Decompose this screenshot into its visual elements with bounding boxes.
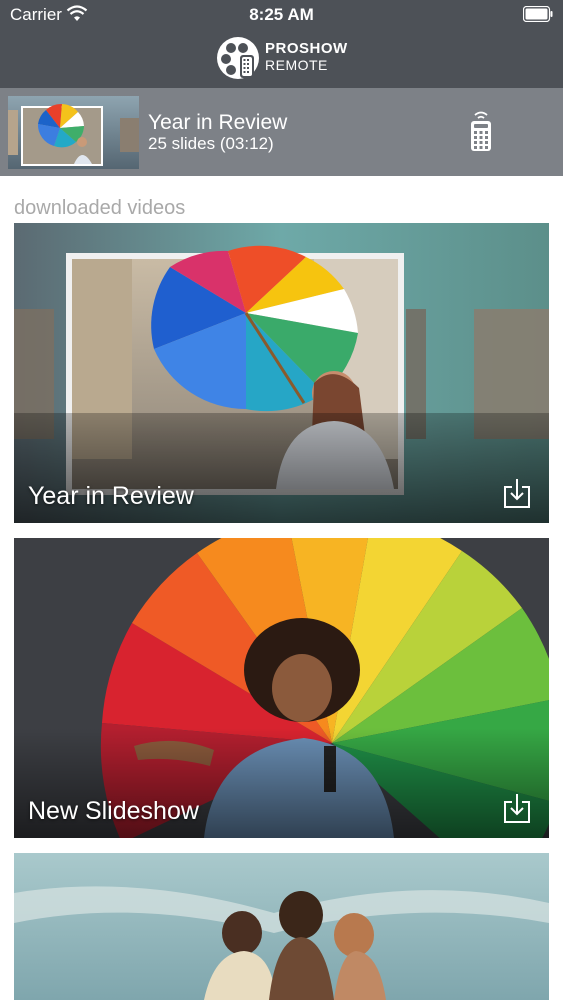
logo-text-remote: REMOTE bbox=[265, 57, 328, 73]
status-bar: Carrier 8:25 AM bbox=[0, 0, 563, 30]
app-header: Carrier 8:25 AM PROSHOW REMOTE bbox=[0, 0, 563, 88]
video-card-year-in-review[interactable]: Year in Review bbox=[14, 223, 549, 523]
video-title: New Slideshow bbox=[28, 797, 199, 825]
video-title: Year in Review bbox=[28, 482, 194, 510]
remote-control-icon[interactable] bbox=[468, 110, 494, 152]
logo-text-proshow: PROSHOW bbox=[265, 40, 348, 57]
video-card-3[interactable] bbox=[14, 853, 549, 1000]
now-playing-thumbnail bbox=[8, 96, 139, 169]
umbrella-photo-thumbnail bbox=[8, 96, 139, 169]
section-label-downloaded-videos: downloaded videos bbox=[14, 197, 186, 219]
video-card-new-slideshow[interactable]: New Slideshow bbox=[14, 538, 549, 838]
proshow-remote-logo: PROSHOW REMOTE bbox=[216, 36, 356, 80]
download-icon[interactable] bbox=[503, 792, 531, 824]
film-reel-logo-icon bbox=[217, 37, 259, 79]
download-icon[interactable] bbox=[503, 477, 531, 509]
now-playing-subtitle: 25 slides (03:12) bbox=[148, 134, 274, 153]
status-time: 8:25 AM bbox=[249, 5, 314, 24]
battery-icon bbox=[523, 6, 553, 22]
third-video-preview-image bbox=[14, 853, 549, 1000]
now-playing-title: Year in Review bbox=[148, 111, 288, 134]
